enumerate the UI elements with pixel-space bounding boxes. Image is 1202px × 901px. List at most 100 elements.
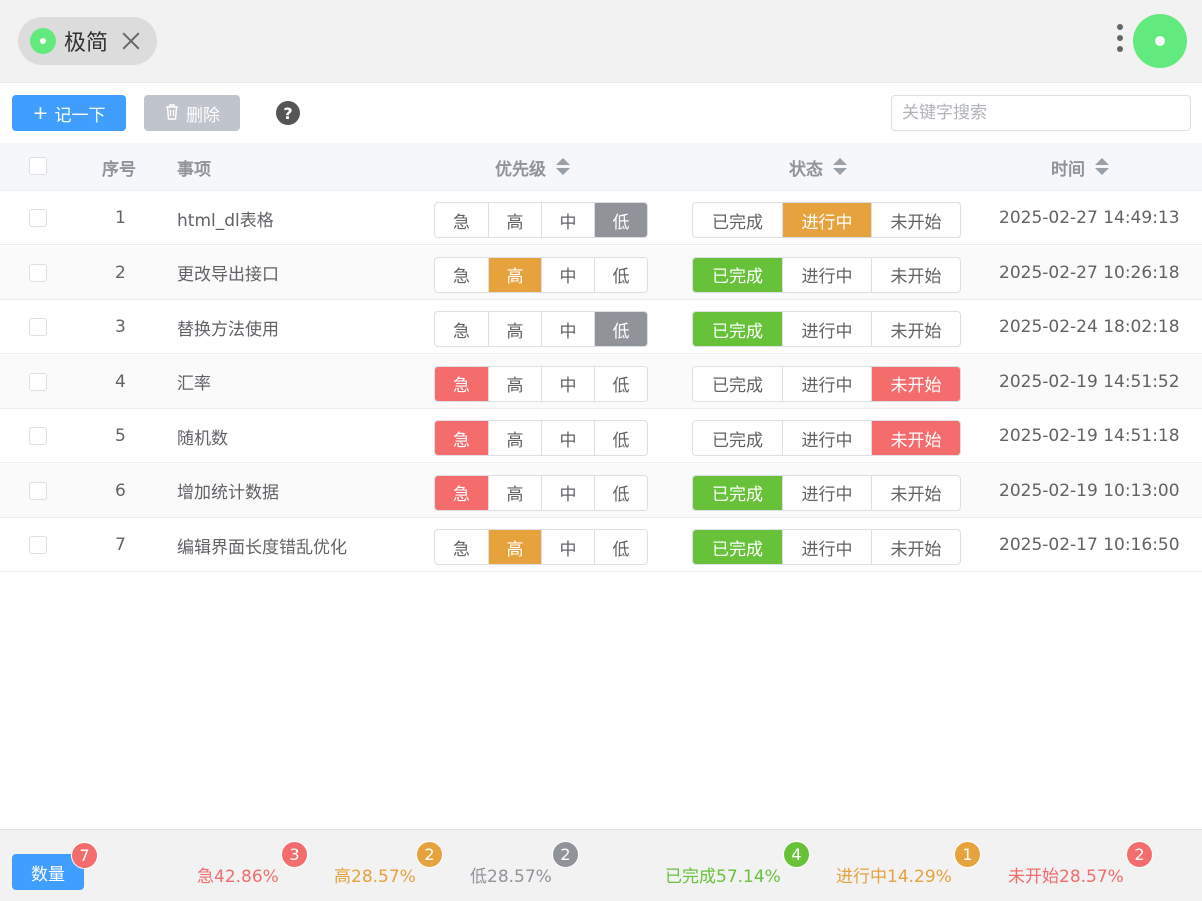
status-option[interactable]: 已完成 <box>693 312 782 346</box>
stat-label: 未开始28.57% <box>1008 867 1124 887</box>
row-checkbox[interactable] <box>29 372 47 391</box>
status-option[interactable]: 已完成 <box>693 257 782 292</box>
add-button-label: 记一下 <box>54 105 106 126</box>
status-option[interactable]: 已完成 <box>693 203 782 237</box>
row-time: 2025-02-27 10:26:18 <box>999 262 1180 283</box>
stat-label: 已完成57.14% <box>665 867 781 887</box>
row-item: 汇率 <box>177 374 211 394</box>
priority-option[interactable]: 高 <box>488 530 541 564</box>
status-option[interactable]: 已完成 <box>693 367 782 401</box>
priority-option[interactable]: 急 <box>435 421 488 455</box>
priority-option[interactable]: 急 <box>435 530 488 564</box>
priority-option[interactable]: 低 <box>594 366 647 401</box>
trash-icon <box>164 103 180 124</box>
priority-option[interactable]: 急 <box>435 258 488 292</box>
sort-icon[interactable] <box>833 158 847 176</box>
priority-option[interactable]: 急 <box>435 475 488 510</box>
row-checkbox[interactable] <box>29 263 47 282</box>
priority-option[interactable]: 高 <box>488 366 541 401</box>
priority-selector: 急高中低 <box>434 256 648 293</box>
priority-option[interactable]: 低 <box>594 530 647 564</box>
row-time: 2025-02-27 14:49:13 <box>999 208 1180 228</box>
stat-label: 高28.57% <box>334 867 416 887</box>
status-option[interactable]: 进行中 <box>782 257 871 292</box>
row-index: 5 <box>115 426 126 446</box>
more-vertical-icon[interactable] <box>1117 24 1125 56</box>
priority-option[interactable]: 中 <box>541 421 594 455</box>
row-item: html_dl表格 <box>177 210 274 231</box>
priority-option[interactable]: 急 <box>435 203 488 237</box>
priority-option[interactable]: 低 <box>594 421 647 455</box>
status-option[interactable]: 未开始 <box>871 475 960 510</box>
sort-icon[interactable] <box>1095 158 1109 176</box>
table-row: 4 汇率 急高中低 已完成 进行中 未开始 2025-02-19 14:51:52 <box>0 354 1202 409</box>
row-checkbox[interactable] <box>29 536 47 554</box>
app-tab[interactable]: 极简 <box>18 17 157 65</box>
priority-option[interactable]: 中 <box>541 257 594 292</box>
priority-option[interactable]: 中 <box>541 475 594 510</box>
priority-option[interactable]: 急 <box>435 312 488 346</box>
stat-badge: 1 <box>954 841 981 868</box>
priority-option[interactable]: 低 <box>594 312 647 346</box>
table-row: 3 替换方法使用 急高中低 已完成 进行中 未开始 2025-02-24 18:02:18 <box>0 300 1202 354</box>
header-priority[interactable]: 优先级 <box>495 143 570 191</box>
row-index: 2 <box>115 262 126 283</box>
priority-option[interactable]: 急 <box>435 366 488 401</box>
header-status[interactable]: 状态 <box>789 143 847 191</box>
add-button[interactable]: + 记一下 <box>12 95 126 131</box>
header-time[interactable]: 时间 <box>1051 143 1109 191</box>
status-option[interactable]: 进行中 <box>782 366 871 401</box>
status-option[interactable]: 未开始 <box>871 530 960 564</box>
priority-option[interactable]: 中 <box>541 530 594 564</box>
row-time: 2025-02-24 18:02:18 <box>999 317 1180 337</box>
priority-option[interactable]: 高 <box>488 203 541 237</box>
row-time: 2025-02-17 10:16:50 <box>999 535 1180 555</box>
row-checkbox[interactable] <box>29 209 47 227</box>
priority-option[interactable]: 低 <box>594 475 647 510</box>
select-all-checkbox[interactable] <box>29 157 47 175</box>
status-option[interactable]: 进行中 <box>782 203 871 237</box>
status-option[interactable]: 已完成 <box>693 530 782 564</box>
priority-option[interactable]: 高 <box>488 421 541 455</box>
row-index: 7 <box>115 535 126 555</box>
header-status-label: 状态 <box>789 159 823 180</box>
status-option[interactable]: 进行中 <box>782 421 871 455</box>
status-option[interactable]: 已完成 <box>693 421 782 455</box>
priority-option[interactable]: 高 <box>488 312 541 346</box>
row-checkbox[interactable] <box>29 427 47 445</box>
search-input[interactable] <box>891 95 1191 131</box>
status-option[interactable]: 已完成 <box>693 475 782 510</box>
help-icon[interactable]: ? <box>276 101 300 125</box>
row-index: 4 <box>115 371 126 392</box>
row-index: 1 <box>115 208 126 228</box>
priority-option[interactable]: 低 <box>594 203 647 237</box>
sort-icon[interactable] <box>556 158 570 176</box>
row-item: 编辑界面长度错乱优化 <box>177 537 347 558</box>
top-bar: 极简 <box>0 0 1202 83</box>
stat-badge: 2 <box>552 841 579 868</box>
status-selector: 已完成 进行中 未开始 <box>692 420 961 456</box>
status-option[interactable]: 进行中 <box>782 475 871 510</box>
header-time-label: 时间 <box>1051 159 1085 180</box>
table-row: 5 随机数 急高中低 已完成 进行中 未开始 2025-02-19 14:51:18 <box>0 409 1202 463</box>
status-option[interactable]: 未开始 <box>871 257 960 292</box>
priority-option[interactable]: 中 <box>541 312 594 346</box>
close-icon[interactable] <box>120 30 142 52</box>
avatar[interactable] <box>1133 14 1187 68</box>
row-checkbox[interactable] <box>29 318 47 336</box>
table-row: 7 编辑界面长度错乱优化 急高中低 已完成 进行中 未开始 2025-02-17 10:16… <box>0 518 1202 572</box>
delete-button[interactable]: 删除 <box>144 95 240 131</box>
status-option[interactable]: 进行中 <box>782 312 871 346</box>
priority-option[interactable]: 高 <box>488 475 541 510</box>
priority-option[interactable]: 高 <box>488 257 541 292</box>
status-option[interactable]: 未开始 <box>871 421 960 455</box>
priority-option[interactable]: 低 <box>594 257 647 292</box>
priority-option[interactable]: 中 <box>541 203 594 237</box>
row-checkbox[interactable] <box>29 481 47 500</box>
row-time: 2025-02-19 14:51:52 <box>999 371 1180 392</box>
priority-option[interactable]: 中 <box>541 366 594 401</box>
status-option[interactable]: 未开始 <box>871 203 960 237</box>
status-option[interactable]: 进行中 <box>782 530 871 564</box>
status-option[interactable]: 未开始 <box>871 366 960 401</box>
status-option[interactable]: 未开始 <box>871 312 960 346</box>
